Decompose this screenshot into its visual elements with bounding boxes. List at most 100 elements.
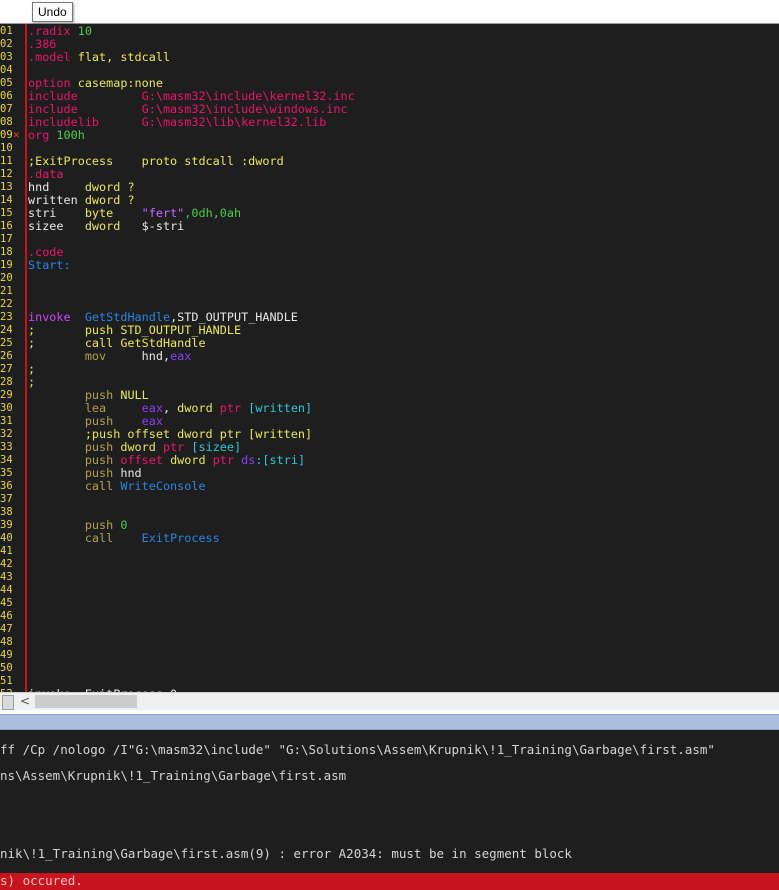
line-number[interactable]: 10 <box>0 142 12 155</box>
code-line[interactable]: call ExitProcess <box>28 532 220 545</box>
code-token: byte <box>84 206 142 220</box>
error-status-bar: s) occured. <box>0 873 779 890</box>
code-line[interactable]: mov hnd,eax <box>28 349 192 363</box>
line-number[interactable]: 49 <box>0 649 12 662</box>
code-token: .data <box>28 167 64 181</box>
output-line: ns\Assem\Krupnik\!1_Training\Garbage\fir… <box>0 768 347 783</box>
error-marker-icon[interactable]: ✕ <box>13 129 23 140</box>
code-token: GetStdHandle <box>84 310 171 324</box>
line-number[interactable]: 17 <box>0 233 12 246</box>
code-token: ptr <box>219 401 249 415</box>
line-number[interactable]: 21 <box>0 285 12 298</box>
line-number[interactable]: 40 <box>0 532 12 545</box>
code-token: 10 <box>77 24 92 38</box>
line-number[interactable]: 30 <box>0 402 12 415</box>
scrollbar-left-button[interactable] <box>2 695 14 710</box>
code-line[interactable]: ;ExitProcess proto stdcall :dword <box>28 155 284 168</box>
code-token: .model <box>28 50 78 64</box>
line-number[interactable]: 33 <box>0 441 12 454</box>
line-number[interactable]: 07 <box>0 103 12 116</box>
code-token: invoke <box>28 310 85 324</box>
line-number[interactable]: 13 <box>0 181 12 194</box>
line-number[interactable]: 12 <box>0 168 12 181</box>
code-token: casemap:none <box>77 76 163 90</box>
line-number[interactable]: 20 <box>0 272 12 285</box>
code-editor[interactable]: 01 02 03 04 05 06 07 08 09 10 11 12 13 14 15 16 17 18 19 20… <box>0 24 779 692</box>
code-token: dword ? <box>84 180 135 194</box>
line-number[interactable]: 24 <box>0 324 12 337</box>
line-number[interactable]: 38 <box>0 506 12 519</box>
line-number[interactable]: 43 <box>0 571 12 584</box>
line-number[interactable]: 27 <box>0 363 12 376</box>
line-number[interactable]: 44 <box>0 584 12 597</box>
code-token: push <box>28 466 121 480</box>
line-number[interactable]: 09 <box>0 129 12 142</box>
line-number[interactable]: 18 <box>0 246 12 259</box>
scroll-left-arrow-icon[interactable]: < <box>18 693 32 710</box>
code-line[interactable]: call WriteConsole <box>28 480 206 493</box>
code-token: option <box>28 76 78 90</box>
line-number[interactable]: 02 <box>0 38 12 51</box>
code-token: eax <box>170 349 192 363</box>
code-token: ; push STD_OUTPUT_HANDLE <box>28 323 242 337</box>
code-token: dword <box>177 401 220 415</box>
code-token: 0 <box>120 518 128 532</box>
line-number[interactable]: 11 <box>0 155 12 168</box>
line-number[interactable]: 29 <box>0 389 12 402</box>
line-number[interactable]: 45 <box>0 597 12 610</box>
code-token: call <box>28 531 142 545</box>
code-line[interactable]: sizee dword $-stri <box>28 220 184 233</box>
code-token: org <box>28 128 57 142</box>
output-line: nik\!1_Training\Garbage\first.asm(9) : e… <box>0 846 572 861</box>
code-token: push <box>28 388 121 402</box>
horizontal-scrollbar[interactable]: < <box>0 692 779 710</box>
line-number[interactable]: 42 <box>0 558 12 571</box>
scrollbar-thumb[interactable] <box>35 695 137 708</box>
code-token: Start: <box>28 258 71 272</box>
line-number[interactable]: 46 <box>0 610 12 623</box>
line-number[interactable]: 50 <box>0 662 12 675</box>
code-token: offset <box>120 453 171 467</box>
line-number[interactable]: 47 <box>0 623 12 636</box>
code-token: written <box>28 193 85 207</box>
line-number[interactable]: 51 <box>0 675 12 688</box>
line-number[interactable]: 25 <box>0 337 12 350</box>
line-number[interactable]: 06 <box>0 90 12 103</box>
code-token: $-stri <box>141 219 185 233</box>
line-number[interactable]: 08 <box>0 116 12 129</box>
line-number[interactable]: 28 <box>0 376 12 389</box>
line-number[interactable]: 14 <box>0 194 12 207</box>
line-number-gutter[interactable]: 01 02 03 04 05 06 07 08 09 10 11 12 13 14 15 16 17 18 19 20… <box>0 24 25 692</box>
line-number[interactable]: 26 <box>0 350 12 363</box>
code-line[interactable]: org 100h <box>28 129 85 142</box>
code-token: .radix <box>28 24 78 38</box>
line-number[interactable]: 35 <box>0 467 12 480</box>
output-panel[interactable]: ff /Cp /nologo /I"G:\masm32\include" "G:… <box>0 730 779 890</box>
code-token: ptr <box>212 453 242 467</box>
code-token: sizee <box>28 219 85 233</box>
line-number[interactable]: 31 <box>0 415 12 428</box>
line-number[interactable]: 32 <box>0 428 12 441</box>
line-number[interactable]: 03 <box>0 51 12 64</box>
code-token: hnd <box>28 180 85 194</box>
line-number[interactable]: 19 <box>0 259 12 272</box>
line-number[interactable]: 23 <box>0 311 12 324</box>
line-number[interactable]: 15 <box>0 207 12 220</box>
output-panel-splitter[interactable] <box>0 714 779 730</box>
code-token: WriteConsole <box>120 479 206 493</box>
line-number[interactable]: 01 <box>0 25 12 38</box>
code-line[interactable]: Start: <box>28 259 71 272</box>
line-number[interactable]: 05 <box>0 77 12 90</box>
line-number[interactable]: 04 <box>0 64 12 77</box>
code-token: 100h <box>56 128 85 142</box>
line-number[interactable]: 16 <box>0 220 12 233</box>
code-token: flat, stdcall <box>77 50 171 64</box>
line-number[interactable]: 22 <box>0 298 12 311</box>
line-number[interactable]: 36 <box>0 480 12 493</box>
line-number[interactable]: 34 <box>0 454 12 467</box>
line-number[interactable]: 39 <box>0 519 12 532</box>
code-line[interactable]: .model flat, stdcall <box>28 51 170 64</box>
line-number[interactable]: 48 <box>0 636 12 649</box>
line-number[interactable]: 37 <box>0 493 12 506</box>
line-number[interactable]: 41 <box>0 545 12 558</box>
